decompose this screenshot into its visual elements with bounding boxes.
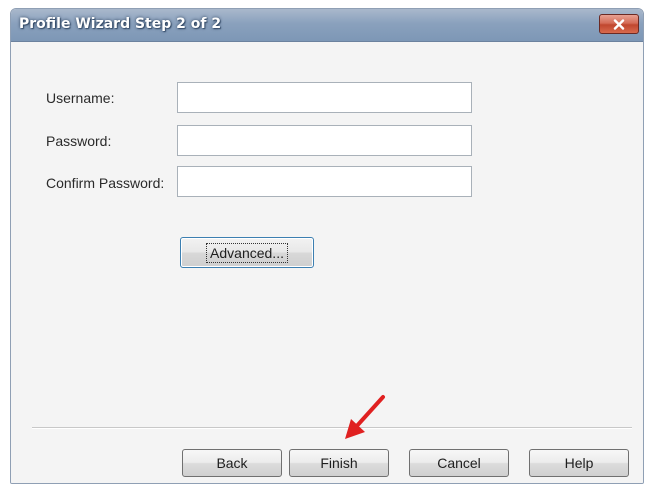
help-button[interactable]: Help bbox=[529, 449, 629, 477]
password-input[interactable] bbox=[177, 125, 472, 156]
password-label: Password: bbox=[46, 133, 112, 149]
cancel-button[interactable]: Cancel bbox=[409, 449, 509, 477]
back-button[interactable]: Back bbox=[182, 449, 282, 477]
username-label: Username: bbox=[46, 90, 115, 106]
window-title: Profile Wizard Step 2 of 2 bbox=[19, 16, 222, 32]
title-bar[interactable]: Profile Wizard Step 2 of 2 bbox=[11, 9, 643, 42]
button-divider bbox=[32, 427, 632, 429]
confirm-password-label: Confirm Password: bbox=[46, 175, 165, 191]
profile-wizard-dialog: Profile Wizard Step 2 of 2 Username: Pas… bbox=[10, 8, 644, 484]
finish-button-label: Finish bbox=[320, 455, 358, 471]
confirm-password-input[interactable] bbox=[177, 166, 472, 197]
close-button[interactable] bbox=[599, 14, 639, 34]
finish-button[interactable]: Finish bbox=[289, 449, 389, 477]
dialog-content: Username: Password: Confirm Password: Ad… bbox=[11, 42, 643, 483]
cancel-button-label: Cancel bbox=[437, 455, 481, 471]
help-button-label: Help bbox=[564, 455, 594, 471]
username-input[interactable] bbox=[177, 82, 472, 113]
close-icon bbox=[613, 18, 625, 30]
advanced-button[interactable]: Advanced... bbox=[180, 237, 314, 268]
advanced-button-label: Advanced... bbox=[206, 242, 288, 263]
red-arrow-icon bbox=[345, 395, 385, 439]
back-button-label: Back bbox=[216, 455, 248, 471]
